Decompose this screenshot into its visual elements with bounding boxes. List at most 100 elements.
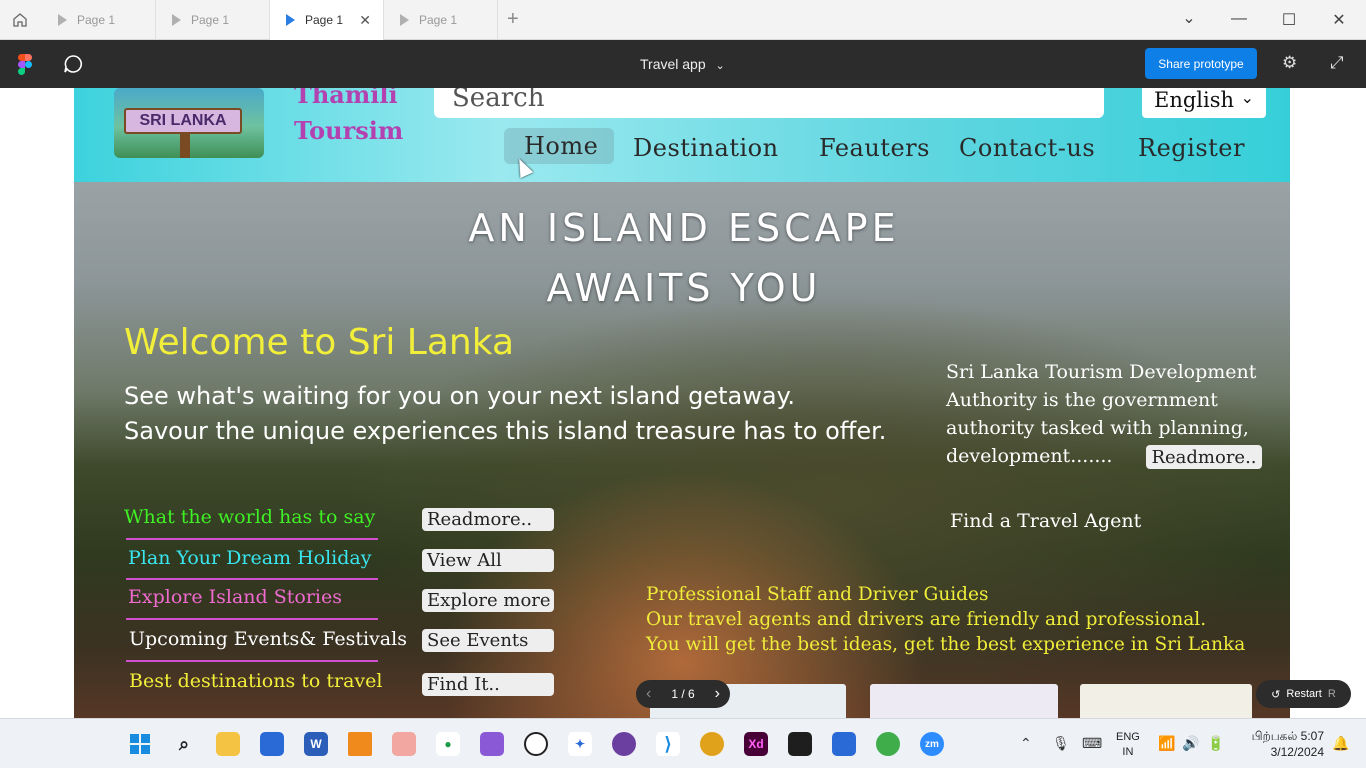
- home-icon[interactable]: [0, 0, 40, 40]
- store-icon[interactable]: [260, 732, 284, 756]
- tray-overflow-icon[interactable]: ⌃: [1020, 735, 1032, 752]
- notepad-icon[interactable]: [832, 732, 856, 756]
- keyboard-icon[interactable]: ⌨: [1082, 735, 1102, 752]
- site-header: SRI LANKA Thamili Toursim Search English…: [74, 88, 1290, 182]
- project-title[interactable]: Travel app ⌄: [640, 56, 725, 72]
- close-tab-icon[interactable]: ✕: [359, 12, 371, 29]
- tagline-line-2: Savour the unique experiences this islan…: [124, 417, 887, 445]
- chrome-icon[interactable]: [700, 732, 724, 756]
- divider: [126, 660, 378, 662]
- chevron-down-icon: ⌄: [1240, 88, 1254, 107]
- hero-headline-line-1: AN ISLAND ESCAPE: [468, 206, 900, 250]
- tab-label: Page 1: [305, 13, 344, 27]
- battery-icon[interactable]: 🔋: [1207, 735, 1224, 752]
- system-clock[interactable]: பிற்பகல் 5:07 3/12/2024: [1240, 728, 1324, 760]
- expand-icon[interactable]: ⤢: [1330, 53, 1344, 73]
- hero-section: AN ISLAND ESCAPE AWAITS YOU Welcome to S…: [74, 182, 1290, 718]
- vscode-icon[interactable]: ⟩: [656, 732, 680, 756]
- view-all-button[interactable]: View All: [422, 549, 554, 572]
- tab-page-1d[interactable]: Page 1: [384, 0, 498, 40]
- zoom-icon[interactable]: zm: [920, 732, 944, 756]
- language-code: ENG: [1116, 731, 1140, 743]
- clock-time: பிற்பகல் 5:07: [1251, 729, 1324, 743]
- prototype-canvas: SRI LANKA Thamili Toursim Search English…: [0, 88, 1366, 718]
- comment-icon[interactable]: [62, 53, 84, 75]
- volume-icon[interactable]: 🔊: [1182, 735, 1199, 752]
- notifications-icon[interactable]: 🔔: [1332, 735, 1349, 752]
- readmore-button[interactable]: Readmore..: [422, 508, 554, 531]
- chrome-profile-icon[interactable]: [876, 732, 900, 756]
- figma-app-icon[interactable]: [788, 732, 812, 756]
- link-plan-holiday[interactable]: Plan Your Dream Holiday: [128, 547, 371, 569]
- tab-label: Page 1: [419, 13, 458, 27]
- microphone-icon[interactable]: 🎙: [1052, 735, 1070, 752]
- link-best-destinations[interactable]: Best destinations to travel: [129, 670, 382, 692]
- search-input[interactable]: Search: [434, 88, 1104, 118]
- mongodb-icon[interactable]: ●: [436, 732, 460, 756]
- input-language[interactable]: ENG IN: [1116, 730, 1140, 760]
- tagline-line-1: See what's waiting for you on your next …: [124, 382, 795, 410]
- adobe-xd-icon[interactable]: Xd: [744, 732, 768, 756]
- previous-page-icon[interactable]: ‹: [646, 685, 651, 703]
- prototype-toolbar: Travel app ⌄ Share prototype ⚙ ⤢: [0, 40, 1366, 88]
- figma-logo-icon[interactable]: [18, 54, 32, 75]
- play-icon: [172, 14, 181, 26]
- nav-register[interactable]: Register: [1138, 134, 1245, 162]
- visual-studio-icon[interactable]: [480, 732, 504, 756]
- tab-label: Page 1: [191, 13, 230, 27]
- windows-taskbar: ⌕ W ● ✦ ⟩ Xd zm ⌃ 🎙 ⌨ ENG IN 📶 🔊 🔋 பிற்பக…: [0, 718, 1366, 768]
- project-title-label: Travel app: [640, 56, 706, 72]
- app-icon[interactable]: [392, 732, 416, 756]
- minimize-button[interactable]: —: [1229, 10, 1249, 28]
- region-code: IN: [1122, 746, 1134, 758]
- close-window-button[interactable]: ✕: [1329, 10, 1349, 30]
- word-icon[interactable]: W: [304, 732, 328, 756]
- next-page-icon[interactable]: ›: [715, 685, 720, 703]
- play-icon: [400, 14, 409, 26]
- link-world-says[interactable]: What the world has to say: [124, 506, 375, 528]
- language-select[interactable]: English ⌄: [1142, 88, 1266, 118]
- restart-shortcut: R: [1327, 688, 1336, 700]
- github-icon[interactable]: [612, 732, 636, 756]
- vlc-icon[interactable]: [348, 732, 372, 756]
- share-prototype-button[interactable]: Share prototype: [1145, 48, 1257, 79]
- divider: [126, 578, 378, 580]
- find-it-button[interactable]: Find It..: [422, 673, 554, 696]
- nav-features[interactable]: Feauters: [819, 134, 930, 162]
- find-travel-agent-link[interactable]: Find a Travel Agent: [950, 510, 1141, 532]
- play-icon: [286, 14, 295, 26]
- logo-sign-text: SRI LANKA: [124, 108, 242, 134]
- nav-destination[interactable]: Destination: [633, 134, 779, 162]
- chevron-down-icon: ⌄: [715, 60, 725, 72]
- sltd-readmore-button[interactable]: Readmore..: [1146, 445, 1262, 469]
- new-tab-button[interactable]: +: [507, 8, 519, 31]
- thumbnail-card[interactable]: [870, 684, 1058, 718]
- brand-line-1: Thamili: [294, 88, 398, 109]
- link-events-festivals[interactable]: Upcoming Events& Festivals: [129, 628, 407, 650]
- app-launcher-icon[interactable]: ✦: [568, 732, 592, 756]
- start-icon[interactable]: [128, 732, 152, 756]
- nav-contact-us[interactable]: Contact-us: [959, 134, 1095, 162]
- wifi-icon[interactable]: 📶: [1158, 735, 1175, 752]
- tab-page-1a[interactable]: Page 1: [42, 0, 156, 40]
- play-icon: [58, 14, 67, 26]
- settings-sliders-icon[interactable]: ⚙: [1282, 53, 1297, 73]
- see-events-button[interactable]: See Events: [422, 629, 554, 652]
- maximize-button[interactable]: ☐: [1279, 10, 1299, 30]
- tab-page-1b[interactable]: Page 1: [156, 0, 270, 40]
- tab-page-1-active[interactable]: Page 1 ✕: [270, 0, 384, 40]
- explore-more-button[interactable]: Explore more: [422, 589, 554, 612]
- brand-line-2: Toursim: [294, 116, 404, 145]
- search-icon[interactable]: ⌕: [172, 732, 196, 756]
- page-indicator: 1 / 6: [671, 687, 695, 701]
- restart-icon: ↺: [1271, 688, 1281, 701]
- site-logo[interactable]: SRI LANKA: [114, 88, 264, 158]
- thumbnail-card[interactable]: [1080, 684, 1252, 718]
- whatsapp-icon[interactable]: [524, 732, 548, 756]
- restart-button[interactable]: ↺ Restart R: [1256, 680, 1351, 708]
- divider: [126, 618, 378, 620]
- tab-list-chevron-icon[interactable]: ⌄: [1179, 8, 1199, 28]
- file-explorer-icon[interactable]: [216, 732, 240, 756]
- link-island-stories[interactable]: Explore Island Stories: [128, 586, 342, 608]
- logo-post: [180, 132, 190, 158]
